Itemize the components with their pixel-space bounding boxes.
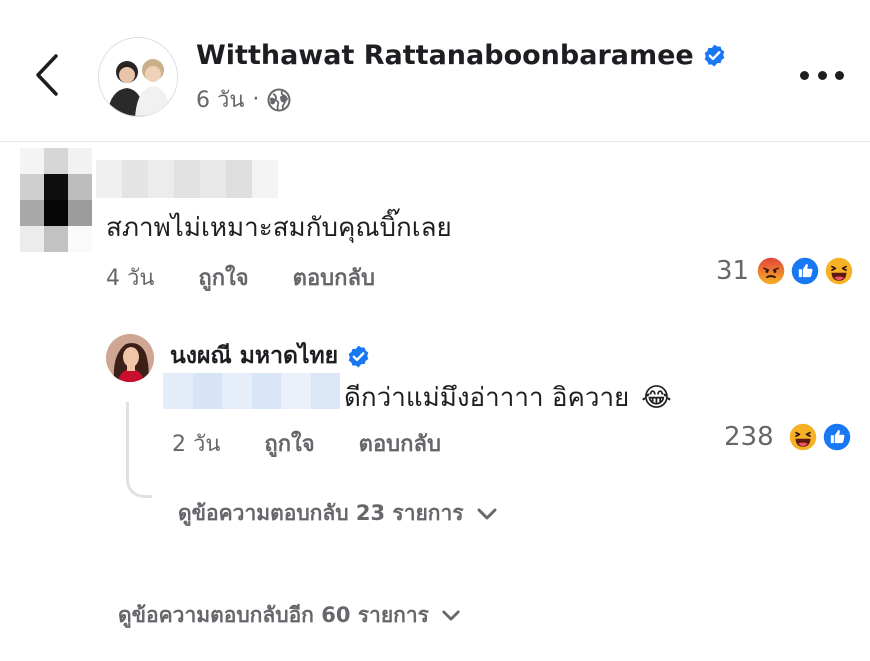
reply-reply-button[interactable]: ตอบกลับ [359,432,441,457]
page-avatar[interactable] [98,37,178,117]
globe-icon [267,88,291,111]
commenter-avatar-blurred[interactable] [20,148,92,252]
meta-separator: · [252,87,260,112]
reply-text-content: ดีกว่าแม่มึงอ่าาาา อิควาย [344,383,630,413]
reaction-summary[interactable] [754,254,858,288]
comment-text: สภาพไม่เหมาะสมกับคุณบิ๊กเลย [106,213,452,243]
reply-reaction-count[interactable]: 238 [724,422,774,452]
more-options-button[interactable] [800,62,844,88]
avatar-photo [99,38,177,116]
reply-text: ดีกว่าแม่มึงอ่าาาา อิควาย 😂 [344,377,672,418]
like-reaction-icon [820,420,854,454]
post-time[interactable]: 6 วัน [196,82,244,117]
view-more-replies-label: ดูข้อความตอบกลับอีก 60 รายการ [118,603,429,627]
avatar-photo [106,334,154,382]
verified-badge-icon [348,345,369,367]
reply-time[interactable]: 2 วัน [172,432,220,457]
haha-reaction-icon [822,254,856,288]
more-horizontal-icon [800,70,809,80]
page-name[interactable]: Witthawat Rattanaboonbaramee [196,40,727,71]
view-replies-label: ดูข้อความตอบกลับ 23 รายการ [178,501,464,525]
like-button[interactable]: ถูกใจ [198,266,248,291]
mention-tag-blurred[interactable] [163,373,340,409]
reply-author-avatar[interactable] [106,334,154,382]
reply-author[interactable]: นงผณี มหาดไทย [170,338,371,374]
more-horizontal-icon [835,70,844,80]
view-replies-button[interactable]: ดูข้อความตอบกลับ 23 รายการ [178,497,498,530]
chevron-left-icon [36,54,58,96]
angry-reaction-icon [754,254,788,288]
reply-author-name: นงผณี มหาดไทย [170,343,339,369]
view-more-replies-button[interactable]: ดูข้อความตอบกลับอีก 60 รายการ [118,599,461,632]
reaction-count[interactable]: 31 [716,256,749,286]
chevron-down-icon [477,508,497,519]
post-meta: 6 วัน · [196,82,291,117]
verified-badge-icon [704,44,725,67]
more-horizontal-icon [817,70,827,80]
reply-reaction-summary[interactable] [786,420,856,454]
commenter-name-blurred[interactable] [96,160,278,198]
haha-reaction-icon [786,420,820,454]
reply-like-button[interactable]: ถูกใจ [264,432,314,457]
chevron-down-icon [442,610,460,621]
reply-actions: 2 วัน ถูกใจ ตอบกลับ [172,426,441,461]
page-name-label: Witthawat Rattanaboonbaramee [196,40,694,71]
reply-thread-line [126,402,152,498]
reply-button[interactable]: ตอบกลับ [293,266,375,291]
like-reaction-icon [788,254,822,288]
comment-time[interactable]: 4 วัน [106,266,154,291]
comment-actions: 4 วัน ถูกใจ ตอบกลับ [106,260,375,295]
back-button[interactable] [30,52,66,98]
laughing-emoji: 😂 [641,382,672,413]
post-header: Witthawat Rattanaboonbaramee 6 วัน · [0,0,870,142]
